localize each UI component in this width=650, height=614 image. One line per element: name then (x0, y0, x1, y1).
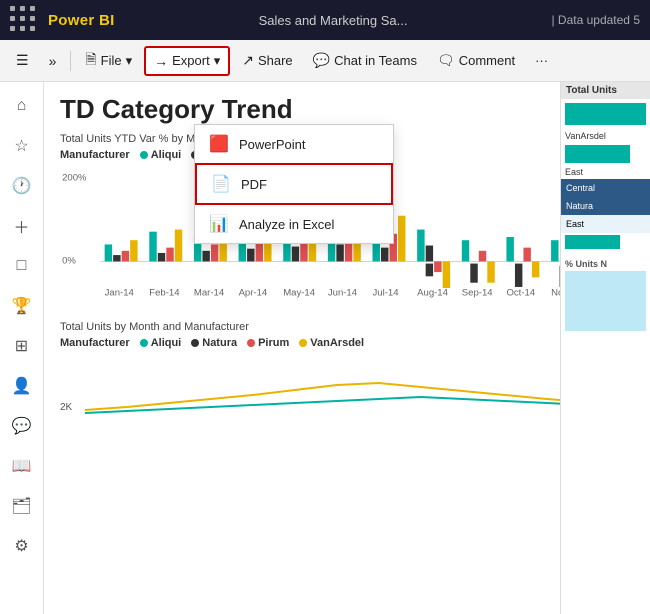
svg-text:0%: 0% (62, 256, 76, 267)
export-chevron-icon: ▾ (214, 53, 221, 69)
toolbar: ☰ » 🗎 File ▾ → Export ▾ ↗ Share 💬 Chat i… (0, 40, 650, 82)
right-panel-east2-bar (561, 233, 650, 251)
chart2-legend-pirum: Pirum (247, 337, 289, 349)
svg-text:200%: 200% (62, 173, 87, 184)
percent-title: % Units N (561, 259, 650, 269)
svg-text:Apr-14: Apr-14 (239, 287, 268, 298)
legend-title: Manufacturer (60, 149, 130, 161)
file-button[interactable]: 🗎 File ▾ (77, 44, 140, 78)
export-button[interactable]: → Export ▾ (144, 46, 230, 76)
main-content: TD Category Trend Total Units YTD Var % … (44, 82, 650, 614)
sidebar-item-browse[interactable]: □ (4, 248, 40, 284)
topbar: Power BI Sales and Marketing Sa... | Dat… (0, 0, 650, 40)
main-layout: ⌂ ☆ 🕐 ＋ □ 🏆 ⊞ 👤 💬 📖 🗂 ⚙ TD Category Tren… (0, 82, 650, 614)
svg-text:Mar-14: Mar-14 (194, 287, 225, 298)
legend2-dot-aliqui (140, 339, 148, 347)
app-grid-icon[interactable] (10, 6, 38, 34)
svg-text:Feb-14: Feb-14 (149, 287, 180, 298)
right-panel-central-highlight: Central (561, 179, 650, 197)
share-button[interactable]: ↗ Share (234, 47, 300, 74)
export-powerpoint-item[interactable]: 🟥 PowerPoint (195, 125, 393, 163)
pdf-icon: 📄 (211, 174, 231, 194)
right-panel-vanarsdel-bar (561, 99, 650, 129)
hamburger-button[interactable]: ☰ (8, 47, 37, 74)
sidebar-item-data[interactable]: 🗂 (4, 488, 40, 524)
svg-text:Jan-14: Jan-14 (105, 287, 135, 298)
sidebar-item-settings[interactable]: ⚙ (4, 528, 40, 564)
svg-text:Sep-14: Sep-14 (462, 287, 493, 298)
legend2-dot-natura (191, 339, 199, 347)
sidebar-item-recent[interactable]: 🕐 (4, 168, 40, 204)
chart2-legend: Manufacturer Aliqui Natura Pirum VanArsd… (60, 337, 634, 349)
right-panel-natura-label: Natura (561, 197, 650, 215)
data-updated: | Data updated 5 (551, 13, 640, 27)
chevron-down-icon: ▾ (126, 53, 133, 69)
chart2-legend-natura: Natura (191, 337, 237, 349)
right-panel-title: Total Units (561, 82, 650, 99)
sidebar: ⌂ ☆ 🕐 ＋ □ 🏆 ⊞ 👤 💬 📖 🗂 ⚙ (0, 82, 44, 614)
percent-bar-bg (565, 271, 646, 331)
sidebar-item-people[interactable]: 👤 (4, 368, 40, 404)
export-dropdown-menu: 🟥 PowerPoint 📄 PDF 📊 Analyze in Excel (194, 124, 394, 244)
more-button[interactable]: ··· (527, 48, 556, 73)
nav-forward-button[interactable]: » (41, 48, 65, 74)
legend2-dot-vanarsdel (299, 339, 307, 347)
hamburger-icon: ☰ (16, 52, 29, 69)
sidebar-item-messages[interactable]: 💬 (4, 408, 40, 444)
export-icon: → (154, 53, 168, 69)
sidebar-item-trophy[interactable]: 🏆 (4, 288, 40, 324)
right-panel-vanarsdel-label: VanArsdel (561, 129, 650, 143)
chart2-label: Total Units by Month and Manufacturer (60, 321, 634, 333)
excel-icon: 📊 (209, 214, 229, 234)
legend-dot-aliqui (140, 151, 148, 159)
svg-text:May-14: May-14 (283, 287, 316, 298)
right-sidebar: Total Units VanArsdel East Central Natur… (560, 82, 650, 614)
report-title: Sales and Marketing Sa... (125, 13, 542, 28)
chart2-legend-vanarsdel: VanArsdel (299, 337, 364, 349)
sidebar-item-home[interactable]: ⌂ (4, 88, 40, 124)
chart2-legend-title: Manufacturer (60, 337, 130, 349)
chart2-svg (76, 355, 634, 415)
sidebar-item-create[interactable]: ＋ (4, 208, 40, 244)
chat-teams-button[interactable]: 💬 Chat in Teams (305, 47, 425, 74)
chart2-legend-aliqui: Aliqui (140, 337, 182, 349)
legend-aliqui: Aliqui (140, 149, 182, 161)
teams-icon: 💬 (313, 52, 330, 69)
comment-icon: 🗨 (437, 52, 455, 69)
svg-text:Jul-14: Jul-14 (373, 287, 400, 298)
share-icon: ↗ (242, 52, 254, 69)
east2-bar (565, 235, 620, 249)
divider (70, 51, 71, 71)
export-excel-item[interactable]: 📊 Analyze in Excel (195, 205, 393, 243)
legend2-dot-pirum (247, 339, 255, 347)
right-panel-east2-label: East (561, 215, 650, 233)
brand-name: Power BI (48, 12, 115, 29)
svg-text:Oct-14: Oct-14 (506, 287, 535, 298)
vanarsdel-bar (565, 103, 646, 125)
right-panel-east-label: East (561, 165, 650, 179)
sidebar-item-favorites[interactable]: ☆ (4, 128, 40, 164)
east-bar (565, 145, 630, 163)
powerpoint-icon: 🟥 (209, 134, 229, 154)
sidebar-item-book[interactable]: 📖 (4, 448, 40, 484)
file-icon: 🗎 (85, 49, 96, 73)
svg-text:Jun-14: Jun-14 (328, 287, 358, 298)
chart2-y-label: 2K (60, 402, 72, 413)
sidebar-item-apps[interactable]: ⊞ (4, 328, 40, 364)
chart2-area: 2K (60, 355, 634, 415)
export-pdf-item[interactable]: 📄 PDF (195, 163, 393, 205)
svg-text:Aug-14: Aug-14 (417, 287, 448, 298)
comment-button[interactable]: 🗨 Comment (429, 47, 523, 74)
right-panel-east-bar (561, 143, 650, 165)
nav-forward-icon: » (49, 53, 57, 69)
